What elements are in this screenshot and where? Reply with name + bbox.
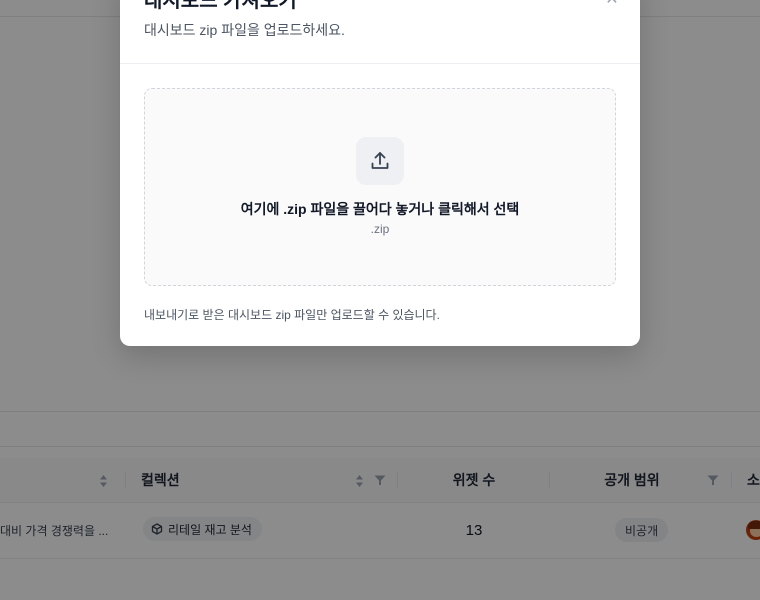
upload-icon — [371, 152, 389, 169]
close-icon[interactable]: ✕ — [604, 0, 620, 8]
dialog-help-text: 내보내기로 받은 대시보드 zip 파일만 업로드할 수 있습니다. — [144, 308, 440, 322]
upload-icon-container — [356, 137, 404, 185]
dialog-subtitle: 대시보드 zip 파일을 업로드하세요. — [144, 22, 345, 38]
dropzone-instruction: 여기에 .zip 파일을 끌어다 놓거나 클릭해서 선택 — [240, 201, 520, 217]
import-dashboard-dialog: 대시보드 가져오기 ✕ 대시보드 zip 파일을 업로드하세요. 여기에 .zi… — [120, 0, 640, 346]
file-dropzone[interactable]: 여기에 .zip 파일을 끌어다 놓거나 클릭해서 선택 .zip — [144, 88, 616, 286]
dropzone-accepted-extension: .zip — [370, 222, 390, 236]
dialog-title: 대시보드 가져오기 — [144, 0, 297, 12]
dialog-divider — [120, 63, 640, 64]
